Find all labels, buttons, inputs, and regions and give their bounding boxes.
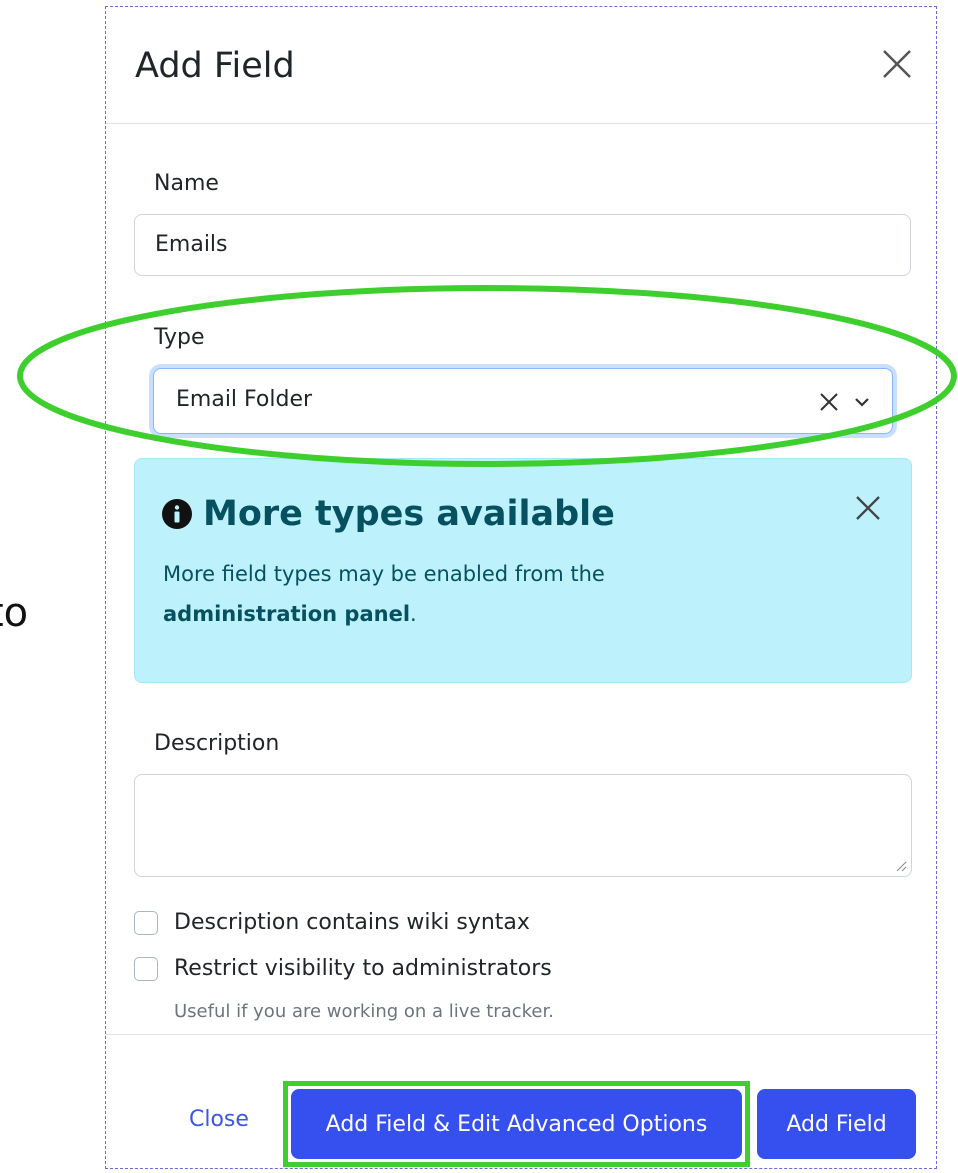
restrict-visibility-row: Restrict visibility to administrators <box>134 956 552 981</box>
close-button[interactable]: Close <box>189 1107 249 1132</box>
clear-icon[interactable] <box>818 391 840 413</box>
close-icon[interactable] <box>880 47 914 81</box>
modal-title: Add Field <box>135 46 295 86</box>
modal-header: Add Field <box>106 7 936 124</box>
side-text-fragment: to <box>0 593 29 633</box>
add-field-advanced-button[interactable]: Add Field & Edit Advanced Options <box>291 1089 742 1159</box>
description-textarea[interactable] <box>134 774 912 877</box>
alert-close-icon[interactable] <box>853 493 883 523</box>
info-circle-icon <box>162 499 192 529</box>
alert-body: More field types may be enabled from the… <box>163 555 863 635</box>
restrict-help-text: Useful if you are working on a live trac… <box>174 1001 554 1022</box>
add-field-modal: Add Field Name Emails Type Email Folder <box>105 6 937 1169</box>
alert-heading: More types available <box>161 493 615 535</box>
type-label: Type <box>154 325 205 350</box>
alert-body-suffix: . <box>410 601 417 626</box>
screenshot-stage: to Add Field Name Emails Type Email Fold… <box>0 0 958 1173</box>
alert-heading-text: More types available <box>203 494 615 534</box>
wiki-syntax-label: Description contains wiki syntax <box>174 910 530 935</box>
type-select-value: Email Folder <box>176 387 313 412</box>
restrict-visibility-label: Restrict visibility to administrators <box>174 956 552 981</box>
add-field-button[interactable]: Add Field <box>757 1089 916 1159</box>
resize-grip-icon[interactable] <box>895 860 907 872</box>
alert-body-text: More field types may be enabled from the <box>163 562 605 586</box>
wiki-syntax-row: Description contains wiki syntax <box>134 910 530 935</box>
type-select[interactable]: Email Folder <box>153 368 893 434</box>
more-types-alert: More types available More field types ma… <box>134 458 912 683</box>
name-input[interactable]: Emails <box>134 214 911 276</box>
chevron-down-icon[interactable] <box>852 393 872 411</box>
administration-panel-link[interactable]: administration panel <box>163 602 410 626</box>
name-label: Name <box>154 171 219 196</box>
description-label: Description <box>154 731 280 756</box>
wiki-syntax-checkbox[interactable] <box>134 910 158 935</box>
restrict-visibility-checkbox[interactable] <box>134 956 158 981</box>
